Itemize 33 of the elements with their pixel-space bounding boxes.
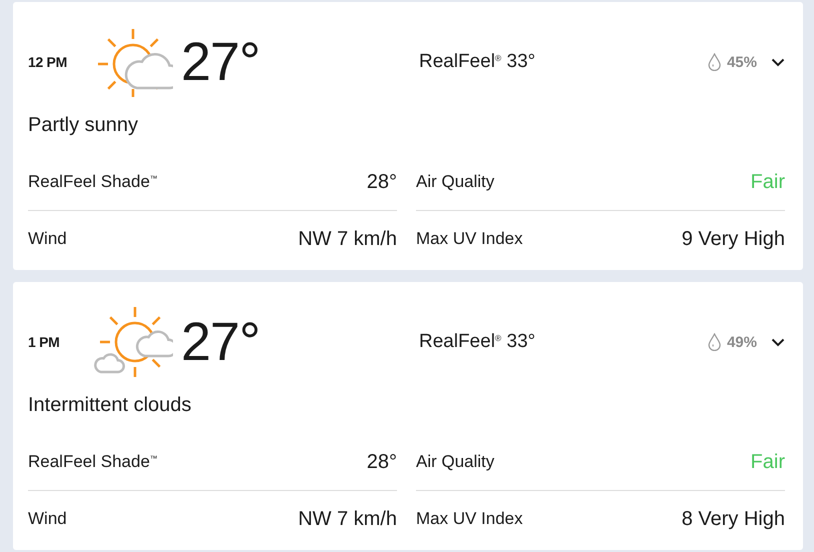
detail-label: Max UV Index: [416, 509, 523, 529]
realfeel-temperature: RealFeel$^{®}$ 33°: [419, 51, 536, 73]
hour-time: 12 PM: [28, 54, 68, 70]
detail-label: RealFeel Shade$^{™}$: [28, 452, 158, 472]
chevron-down-icon[interactable]: [771, 338, 785, 346]
sun-clouds-icon: [93, 304, 173, 380]
precipitation-chance: 45%: [726, 54, 757, 70]
hourly-forecast-card[interactable]: 12 PM 27° RealFeel$^{®}$ 33° 45% Partly sunny RealFeel Shade$^{™}$ 28° Air Quality Fair Wind NW 7 km/h Max UV Index 9 Very High: [13, 2, 803, 270]
detail-value: Fair: [750, 170, 785, 194]
detail-label: Air Quality: [416, 452, 494, 472]
precipitation-chance: 49%: [726, 334, 757, 350]
chevron-down-icon[interactable]: [771, 58, 785, 66]
temperature: 27°: [181, 31, 261, 93]
detail-label: Wind: [28, 229, 67, 249]
detail-value: Fair: [750, 450, 785, 474]
drop-icon: [708, 53, 721, 71]
detail-label: Air Quality: [416, 172, 494, 192]
weather-phrase: Intermittent clouds: [28, 394, 192, 417]
detail-value: 28°: [366, 450, 397, 474]
detail-label: RealFeel Shade$^{™}$: [28, 172, 158, 192]
temperature: 27°: [181, 311, 261, 373]
weather-phrase: Partly sunny: [28, 114, 140, 137]
drop-icon: [708, 333, 721, 351]
detail-label: Max UV Index: [416, 229, 523, 249]
realfeel-temperature: RealFeel$^{®}$ 33°: [419, 331, 536, 353]
detail-label: Wind: [28, 509, 67, 529]
detail-value: NW 7 km/h: [298, 228, 397, 250]
detail-value: NW 7 km/h: [298, 508, 397, 530]
detail-value: 9 Very High: [682, 228, 785, 250]
detail-value: 8 Very High: [682, 508, 785, 530]
detail-value: 28°: [366, 170, 397, 194]
hourly-forecast-card[interactable]: 1 PM 27° RealFeel$^{®}$ 33° 49% Intermittent clouds RealFeel Shade$^{™}$ 28° Air Quality Fair Wind NW 7 km/h Max UV Index 8 Very High: [13, 282, 803, 550]
hour-time: 1 PM: [28, 334, 60, 350]
